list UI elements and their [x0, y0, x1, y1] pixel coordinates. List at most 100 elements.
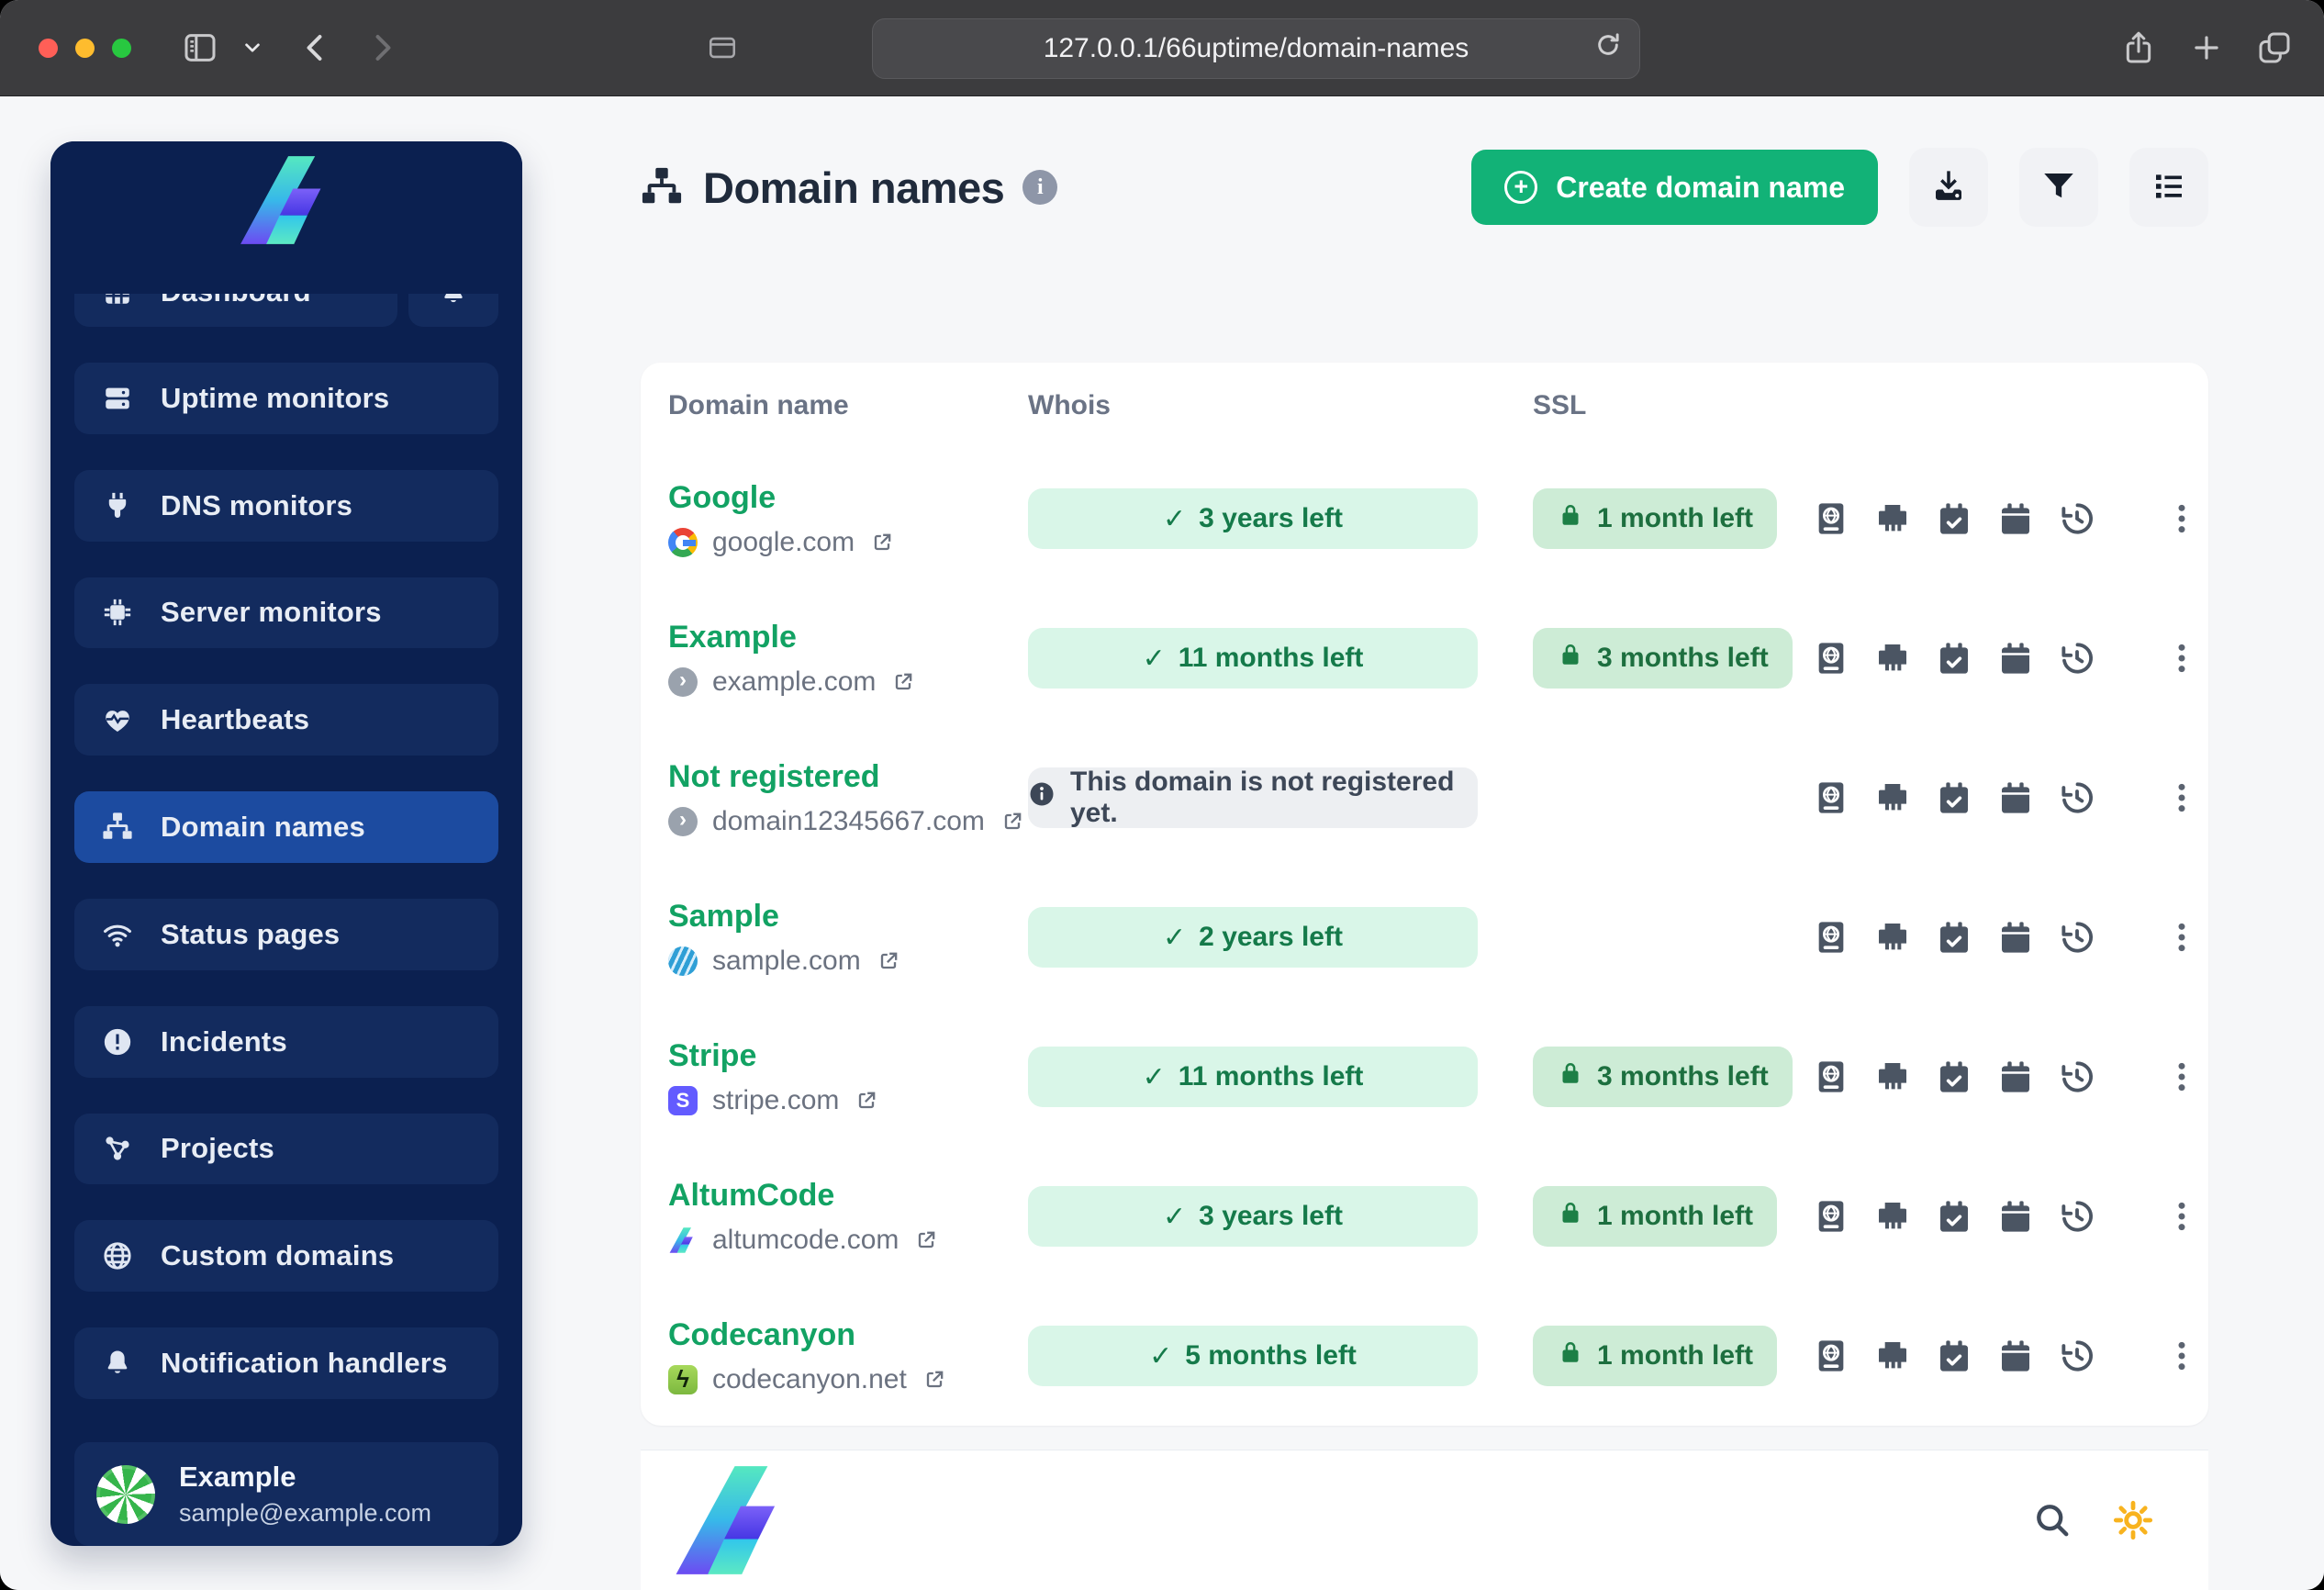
sidebar-item-incidents[interactable]: Incidents — [74, 1005, 498, 1078]
forward-icon[interactable] — [365, 31, 398, 64]
sidebar-item-custom-domains[interactable]: Custom domains — [74, 1220, 498, 1293]
external-link-icon[interactable] — [876, 948, 901, 974]
altumcode-footer-logo-icon[interactable] — [674, 1466, 791, 1574]
external-link-icon[interactable] — [913, 1227, 939, 1253]
calendar-check-icon[interactable] — [1936, 779, 1972, 816]
new-tab-icon[interactable] — [2189, 30, 2224, 65]
search-icon[interactable] — [2032, 1500, 2073, 1540]
sidebar-toggle-icon[interactable] — [182, 29, 218, 66]
ellipsis-icon[interactable] — [2163, 500, 2200, 537]
sun-icon[interactable] — [2113, 1500, 2153, 1540]
nameservers-icon[interactable] — [1874, 1058, 1911, 1095]
sidebar-item-domain-names[interactable]: Domain names — [74, 791, 498, 863]
calendar-icon[interactable] — [1997, 919, 2034, 956]
sidebar-logo[interactable] — [50, 141, 522, 294]
address-bar[interactable]: 127.0.0.1/66uptime/domain-names — [872, 18, 1640, 79]
ellipsis-icon[interactable] — [2163, 1058, 2200, 1095]
ellipsis-icon[interactable] — [2163, 640, 2200, 677]
zoom-window-button[interactable] — [112, 39, 131, 58]
domain-title-link[interactable]: Example — [668, 620, 797, 655]
sidebar-item-dns-monitors[interactable]: DNS monitors — [74, 469, 498, 542]
sidebar-item-status-pages[interactable]: Status pages — [74, 898, 498, 970]
whois-card-icon[interactable] — [1813, 779, 1849, 816]
whois-card-icon[interactable] — [1813, 1198, 1849, 1235]
domain-title-link[interactable]: Google — [668, 480, 776, 516]
external-link-icon[interactable] — [922, 1367, 947, 1393]
nameservers-icon[interactable] — [1874, 919, 1911, 956]
ellipsis-icon[interactable] — [2163, 919, 2200, 956]
domain-cell: Example example.com — [641, 620, 1028, 698]
minimize-window-button[interactable] — [75, 39, 95, 58]
external-link-icon[interactable] — [869, 530, 895, 555]
history-icon[interactable] — [2059, 640, 2095, 677]
history-icon[interactable] — [2059, 1338, 2095, 1374]
calendar-icon[interactable] — [1997, 1338, 2034, 1374]
ellipsis-icon[interactable] — [2163, 779, 2200, 816]
domain-title-link[interactable]: Codecanyon — [668, 1317, 855, 1353]
filter-button[interactable] — [2019, 148, 2098, 227]
domain-title-link[interactable]: AltumCode — [668, 1178, 834, 1214]
sidebar-item-projects[interactable]: Projects — [74, 1113, 498, 1185]
sidebar-item-server-monitors[interactable]: Server monitors — [74, 577, 498, 649]
row-actions — [1813, 779, 2155, 816]
nameservers-icon[interactable] — [1874, 1338, 1911, 1374]
sidebar-item-heartbeats[interactable]: Heartbeats — [74, 684, 498, 756]
calendar-check-icon[interactable] — [1936, 640, 1972, 677]
history-icon[interactable] — [2059, 500, 2095, 537]
refresh-icon[interactable] — [1593, 30, 1623, 67]
external-link-icon[interactable] — [1000, 809, 1025, 834]
ellipsis-icon[interactable] — [2163, 1338, 2200, 1374]
calendar-icon[interactable] — [1997, 500, 2034, 537]
whois-card-icon[interactable] — [1813, 500, 1849, 537]
tabs-icon[interactable] — [2256, 29, 2293, 66]
profile-menu[interactable]: Example sample@example.com — [74, 1442, 498, 1546]
close-window-button[interactable] — [39, 39, 58, 58]
whois-card-icon[interactable] — [1813, 919, 1849, 956]
back-icon[interactable] — [299, 31, 332, 64]
whois-card-icon[interactable] — [1813, 1058, 1849, 1095]
list-view-button[interactable] — [2129, 148, 2208, 227]
nameservers-icon[interactable] — [1874, 500, 1911, 537]
calendar-check-icon[interactable] — [1936, 919, 1972, 956]
calendar-icon[interactable] — [1997, 640, 2034, 677]
info-icon[interactable]: i — [1022, 170, 1058, 205]
whois-card-icon[interactable] — [1813, 640, 1849, 677]
sidebar-item-label: Server monitors — [161, 596, 382, 629]
calendar-icon[interactable] — [1997, 779, 2034, 816]
whois-badge: ✓ 5 months left — [1028, 1326, 1478, 1386]
domain-title-link[interactable]: Sample — [668, 899, 779, 935]
bell-icon — [102, 1348, 133, 1379]
plus-icon: + — [1504, 171, 1538, 204]
sidebar-item-notification-handlers[interactable]: Notification handlers — [74, 1327, 498, 1399]
chevron-down-icon[interactable] — [242, 38, 263, 58]
history-icon[interactable] — [2059, 919, 2095, 956]
calendar-icon[interactable] — [1997, 1058, 2034, 1095]
external-link-icon[interactable] — [890, 669, 916, 695]
domain-title-link[interactable]: Stripe — [668, 1038, 756, 1074]
history-icon[interactable] — [2059, 1198, 2095, 1235]
sidebar-item-uptime-monitors[interactable]: Uptime monitors — [74, 363, 498, 434]
share-icon[interactable] — [2120, 29, 2157, 66]
ellipsis-icon[interactable] — [2163, 1198, 2200, 1235]
calendar-icon[interactable] — [1997, 1198, 2034, 1235]
whois-cell: ✓ 2 years left — [1028, 907, 1533, 968]
table-row: AltumCode altumcode.com ✓ 3 years left 1 … — [641, 1147, 2208, 1286]
altumcode-favicon — [668, 1226, 698, 1255]
external-link-icon[interactable] — [854, 1088, 879, 1114]
history-icon[interactable] — [2059, 779, 2095, 816]
page-icon[interactable] — [707, 32, 738, 63]
calendar-check-icon[interactable] — [1936, 500, 1972, 537]
domain-title-link[interactable]: Not registered — [668, 759, 880, 795]
calendar-check-icon[interactable] — [1936, 1058, 1972, 1095]
ssl-badge: 1 month left — [1533, 488, 1777, 549]
calendar-check-icon[interactable] — [1936, 1338, 1972, 1374]
wifi-icon — [102, 919, 133, 950]
calendar-check-icon[interactable] — [1936, 1198, 1972, 1235]
export-button[interactable] — [1909, 148, 1988, 227]
nameservers-icon[interactable] — [1874, 1198, 1911, 1235]
history-icon[interactable] — [2059, 1058, 2095, 1095]
whois-card-icon[interactable] — [1813, 1338, 1849, 1374]
create-domain-name-button[interactable]: + Create domain name — [1471, 150, 1878, 225]
nameservers-icon[interactable] — [1874, 640, 1911, 677]
nameservers-icon[interactable] — [1874, 779, 1911, 816]
